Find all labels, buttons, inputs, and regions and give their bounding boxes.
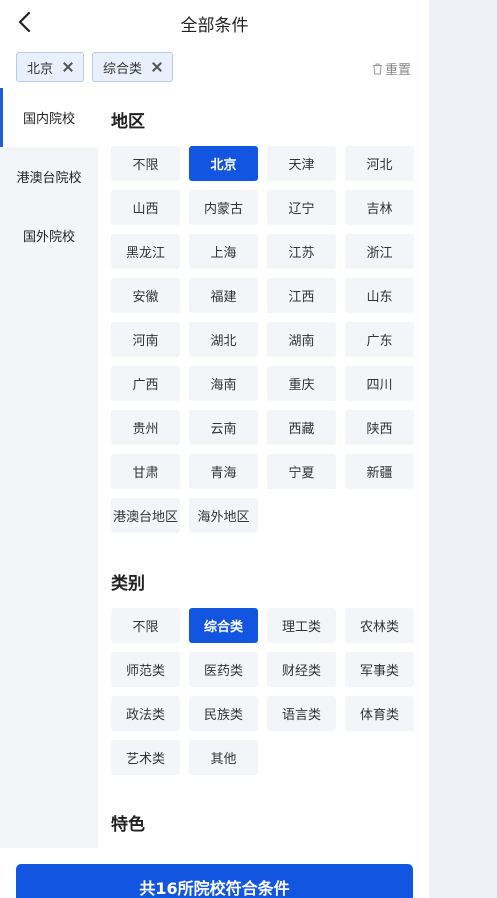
region-option[interactable]: 安徽 [111,278,180,313]
region-option[interactable]: 湖北 [189,322,258,357]
region-option[interactable]: 云南 [189,410,258,445]
region-option[interactable]: 西藏 [267,410,336,445]
category-option[interactable]: 政法类 [111,696,180,731]
category-option[interactable]: 语言类 [267,696,336,731]
background-area [429,0,497,898]
region-option[interactable]: 不限 [111,146,180,181]
region-option[interactable]: 湖南 [267,322,336,357]
region-option[interactable]: 青海 [189,454,258,489]
chip-label: 综合类 [103,61,143,77]
sidebar-item-hk-macau-taiwan[interactable]: 港澳台院校 [0,147,98,206]
region-option[interactable]: 江苏 [267,234,336,269]
chip-label: 北京 [27,61,54,77]
region-option[interactable]: 新疆 [345,454,414,489]
region-option[interactable]: 广西 [111,366,180,401]
region-option[interactable]: 河北 [345,146,414,181]
category-options: 不限 综合类 理工类 农林类师范类 医药类 财经类 军事类政法类 民族类 语言类 体育类艺术类 其他 [111,608,414,775]
sidebar-item-label: 国外院校 [22,230,75,245]
category-option[interactable]: 体育类 [345,696,414,731]
region-option[interactable]: 海外地区 [189,498,258,533]
region-option[interactable]: 四川 [345,366,414,401]
category-option[interactable]: 其他 [189,740,258,775]
region-option[interactable]: 港澳台地区 [111,498,180,533]
category-option[interactable]: 财经类 [267,652,336,687]
region-option[interactable]: 山西 [111,190,180,225]
region-option[interactable]: 海南 [189,366,258,401]
category-option[interactable]: 不限 [111,608,180,643]
header: 全部条件 [0,0,429,44]
category-option[interactable]: 师范类 [111,652,180,687]
sidebar-item-overseas[interactable]: 国外院校 [0,206,98,265]
region-option[interactable]: 吉林 [345,190,414,225]
region-option[interactable]: 宁夏 [267,454,336,489]
filter-panel: 全部条件 北京 综合类 重置 国内院校 港澳台院校 国外院校 地区 不限 北京 天津… [0,0,429,898]
region-options: 不限 北京 天津 河北山西 内蒙古 辽宁 吉林黑龙江 上海 江苏 浙江安徽 福建 江西 山东河南 湖北 湖南… [111,146,414,533]
submit-button[interactable]: 共16所院校符合条件 [16,864,413,898]
region-option[interactable]: 浙江 [345,234,414,269]
region-option[interactable]: 黑龙江 [111,234,180,269]
reset-label: 重置 [385,63,412,78]
region-option[interactable]: 重庆 [267,366,336,401]
region-option[interactable]: 内蒙古 [189,190,258,225]
region-option[interactable]: 山东 [345,278,414,313]
reset-button[interactable]: 重置 [372,59,411,78]
category-option[interactable]: 医药类 [189,652,258,687]
category-option[interactable]: 理工类 [267,608,336,643]
region-option[interactable]: 甘肃 [111,454,180,489]
region-option[interactable]: 上海 [189,234,258,269]
region-option[interactable]: 广东 [345,322,414,357]
category-option[interactable]: 农林类 [345,608,414,643]
feature-title: 特色 [111,815,145,835]
region-option[interactable]: 贵州 [111,410,180,445]
category-title: 类别 [111,574,145,594]
category-option[interactable]: 综合类 [189,608,258,643]
sidebar-item-label: 国内院校 [22,112,75,127]
region-option[interactable]: 河南 [111,322,180,357]
region-option[interactable]: 北京 [189,146,258,181]
selected-chips: 北京 综合类 [16,52,174,82]
category-option[interactable]: 军事类 [345,652,414,687]
close-icon[interactable] [152,62,162,72]
sidebar-item-domestic[interactable]: 国内院校 [0,88,98,147]
category-option[interactable]: 民族类 [189,696,258,731]
close-icon[interactable] [63,62,73,72]
sidebar: 国内院校 港澳台院校 国外院校 [0,88,98,848]
submit-label: 共16所院校符合条件 [139,879,290,898]
chip-region[interactable]: 北京 [16,52,85,82]
region-option[interactable]: 陕西 [345,410,414,445]
category-option[interactable]: 艺术类 [111,740,180,775]
page-title: 全部条件 [180,16,249,36]
region-option[interactable]: 天津 [267,146,336,181]
region-option[interactable]: 福建 [189,278,258,313]
region-title: 地区 [111,112,145,132]
sidebar-item-label: 港澳台院校 [16,171,82,186]
region-option[interactable]: 辽宁 [267,190,336,225]
region-option[interactable]: 江西 [267,278,336,313]
trash-icon [373,63,382,74]
chip-category[interactable]: 综合类 [92,52,174,82]
